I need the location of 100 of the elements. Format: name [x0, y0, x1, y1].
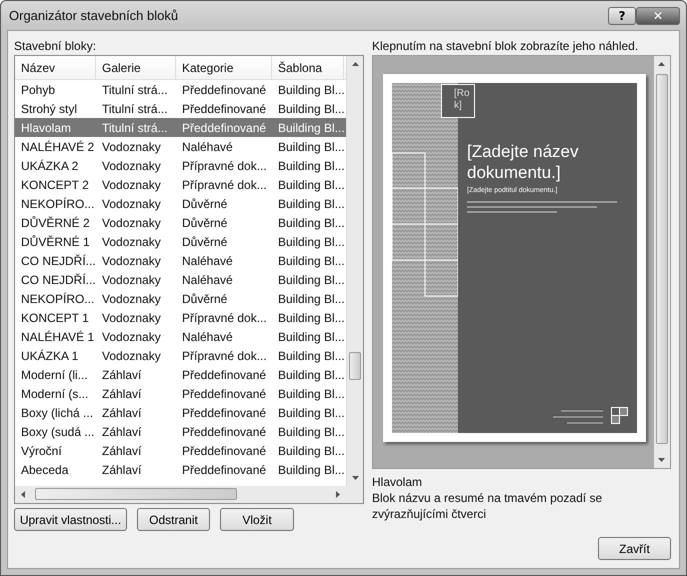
block-description: Blok názvu a resumé na tmavém pozadí se zvýrazňujícími čtverci — [372, 491, 604, 522]
document-title: [Zadejte název dokumentu.] — [467, 141, 580, 184]
table-cell-text: Důvěrné — [181, 216, 228, 230]
vertical-scrollbar[interactable] — [346, 56, 363, 486]
table-cell-text: Předdefinované — [181, 82, 268, 96]
help-button[interactable]: ? — [608, 6, 636, 24]
action-button[interactable]: Upravit vlastnosti... — [14, 508, 127, 531]
table-cell-text: Naléhavé — [181, 272, 234, 286]
table-cell-text: Abeceda — [20, 462, 70, 476]
table-cell-text: Moderní (s... — [20, 386, 90, 400]
table-cell-text: Naléhavé — [181, 254, 234, 268]
table-cell-text: Strohý styl — [20, 102, 78, 116]
table-cell-text: Titulní strá... — [101, 102, 169, 116]
table-cell-text: Důvěrné — [181, 292, 228, 306]
table-cell-text: Přípravné dok... — [181, 178, 268, 192]
table-cell-text: Building Bl... — [277, 216, 344, 230]
table-cell-text: Building Bl... — [277, 330, 344, 344]
table-cell-text: Boxy (lichá ... — [20, 406, 94, 420]
list-row[interactable]: Moderní (s... Záhlaví Předdefinované Building Bl... — [15, 384, 346, 403]
table-cell-text: Vodoznaky — [101, 330, 162, 344]
list-row[interactable]: DŮVĚRNÉ 1 Vodoznaky Důvěrné Building Bl... — [15, 232, 346, 251]
scrollbar-thumb[interactable] — [349, 352, 361, 380]
scroll-up-icon[interactable] — [352, 61, 359, 67]
table-cell-text: Předdefinované — [181, 368, 268, 382]
table-cell-text: DŮVĚRNÉ 2 — [20, 216, 91, 230]
table-cell-text: Building Bl... — [277, 348, 344, 362]
table-cell-text: Building Bl... — [277, 82, 344, 96]
list-row[interactable]: CO NEJDŘÍ... Vodoznaky Naléhavé Building Bl... — [15, 251, 346, 270]
scroll-up-icon[interactable] — [658, 61, 665, 67]
table-cell-text: Předdefinované — [181, 120, 268, 134]
scroll-down-icon[interactable] — [658, 457, 665, 463]
list-row[interactable]: KONCEPT 1 Vodoznaky Přípravné dok... Building Bl... — [15, 308, 346, 327]
table-cell-text: Vodoznaky — [101, 292, 162, 306]
scroll-right-icon[interactable] — [335, 491, 341, 498]
list-row[interactable]: CO NEJDŘÍ... Vodoznaky Naléhavé Building Bl... — [15, 270, 346, 289]
action-button[interactable]: Vložit — [220, 508, 294, 531]
table-cell-text: Vodoznaky — [101, 348, 162, 362]
table-cell-text: Building Bl... — [277, 254, 344, 268]
table-cell-text: Záhlaví — [101, 406, 142, 420]
table-cell-text: Předdefinované — [181, 424, 268, 438]
action-button[interactable]: Odstranit — [137, 508, 210, 531]
table-cell-text: UKÁZKA 2 — [20, 158, 80, 172]
table-cell-text: Building Bl... — [277, 444, 344, 458]
list-row[interactable]: Boxy (sudá ... Záhlaví Předdefinované Building Bl... — [15, 422, 346, 441]
table-cell-text: Předdefinované — [181, 406, 268, 420]
table-cell-text: Building Bl... — [277, 368, 344, 382]
table-cell-text: Building Bl... — [277, 310, 344, 324]
list-row[interactable]: DŮVĚRNÉ 2 Vodoznaky Důvěrné Building Bl... — [15, 213, 346, 232]
list-row[interactable]: Abeceda Záhlaví Předdefinované Building Bl... — [15, 460, 346, 479]
list-row[interactable]: Výroční Záhlaví Předdefinované Building Bl... — [15, 441, 346, 460]
list-row[interactable]: UKÁZKA 2 Vodoznaky Přípravné dok... Building Bl... — [15, 156, 346, 175]
squares-logo-icon — [611, 407, 629, 425]
list-row[interactable]: NALÉHAVÉ 2 Vodoznaky Naléhavé Building Bl... — [15, 137, 346, 156]
scrollbar-thumb[interactable] — [656, 74, 668, 444]
preview-scrollbar[interactable] — [654, 56, 670, 468]
column-header[interactable]: Šablona — [272, 56, 344, 79]
table-cell-text: Boxy (sudá ... — [20, 424, 96, 438]
column-header[interactable]: Kategorie — [176, 56, 272, 79]
table-cell-text: Vodoznaky — [101, 254, 162, 268]
table-cell-text: Building Bl... — [277, 102, 344, 116]
close-button[interactable]: ✕ — [636, 6, 680, 24]
table-cell-text: Titulní strá... — [101, 82, 169, 96]
year-field: [Rok] — [441, 84, 475, 118]
list-row[interactable]: NEKOPÍRO... Vodoznaky Důvěrné Building Bl... — [15, 194, 346, 213]
horizontal-scrollbar[interactable] — [15, 486, 346, 503]
close-dialog-button[interactable]: Zavřít — [598, 537, 671, 560]
table-cell-text: Building Bl... — [277, 196, 344, 210]
list-row[interactable]: NALÉHAVÉ 1 Vodoznaky Naléhavé Building Bl... — [15, 327, 346, 346]
table-cell-text: Vodoznaky — [101, 310, 162, 324]
list-row[interactable]: Hlavolam Titulní strá... Předdefinované Building Bl... — [15, 118, 346, 137]
list-row[interactable]: Boxy (lichá ... Záhlaví Předdefinované Building Bl... — [15, 403, 346, 422]
table-cell-text: Pohyb — [20, 82, 56, 96]
list-row[interactable]: Strohý styl Titulní strá... Předdefinované Building Bl... — [15, 99, 346, 118]
table-cell-text: Vodoznaky — [101, 140, 162, 154]
scroll-down-icon[interactable] — [352, 475, 359, 481]
table-cell-text: UKÁZKA 1 — [20, 348, 80, 362]
scroll-left-icon[interactable] — [20, 491, 26, 498]
table-cell-text: NALÉHAVÉ 1 — [20, 330, 96, 344]
table-cell-text: KONCEPT 2 — [20, 178, 90, 192]
table-cell-text: Naléhavé — [181, 330, 234, 344]
window-title: Organizátor stavebních bloků — [8, 8, 180, 23]
list-row[interactable]: UKÁZKA 1 Vodoznaky Přípravné dok... Building Bl... — [15, 346, 346, 365]
list-row[interactable]: KONCEPT 2 Vodoznaky Přípravné dok... Building Bl... — [15, 175, 346, 194]
table-cell-text: Předdefinované — [181, 102, 268, 116]
table-cell-text: Záhlaví — [101, 462, 142, 476]
table-cell-text: Titulní strá... — [101, 120, 169, 134]
table-cell-text: Vodoznaky — [101, 178, 162, 192]
scrollbar-thumb[interactable] — [35, 488, 237, 500]
table-cell-text: Záhlaví — [101, 368, 142, 382]
table-cell-text: Building Bl... — [277, 178, 344, 192]
list-row[interactable]: Moderní (li... Záhlaví Předdefinované Building Bl... — [15, 365, 346, 384]
table-cell-text: Vodoznaky — [101, 234, 162, 248]
column-header[interactable]: Název — [15, 56, 96, 79]
column-header[interactable]: Galerie — [96, 56, 176, 79]
table-cell-text: Výroční — [20, 444, 63, 458]
table-cell-text: Předdefinované — [181, 444, 268, 458]
list-row[interactable]: Pohyb Titulní strá... Předdefinované Building Bl... — [15, 80, 346, 99]
table-cell-text: Důvěrné — [181, 196, 228, 210]
list-row[interactable]: NEKOPÍRO... Vodoznaky Důvěrné Building Bl... — [15, 289, 346, 308]
table-cell-text: CO NEJDŘÍ... — [20, 272, 96, 286]
